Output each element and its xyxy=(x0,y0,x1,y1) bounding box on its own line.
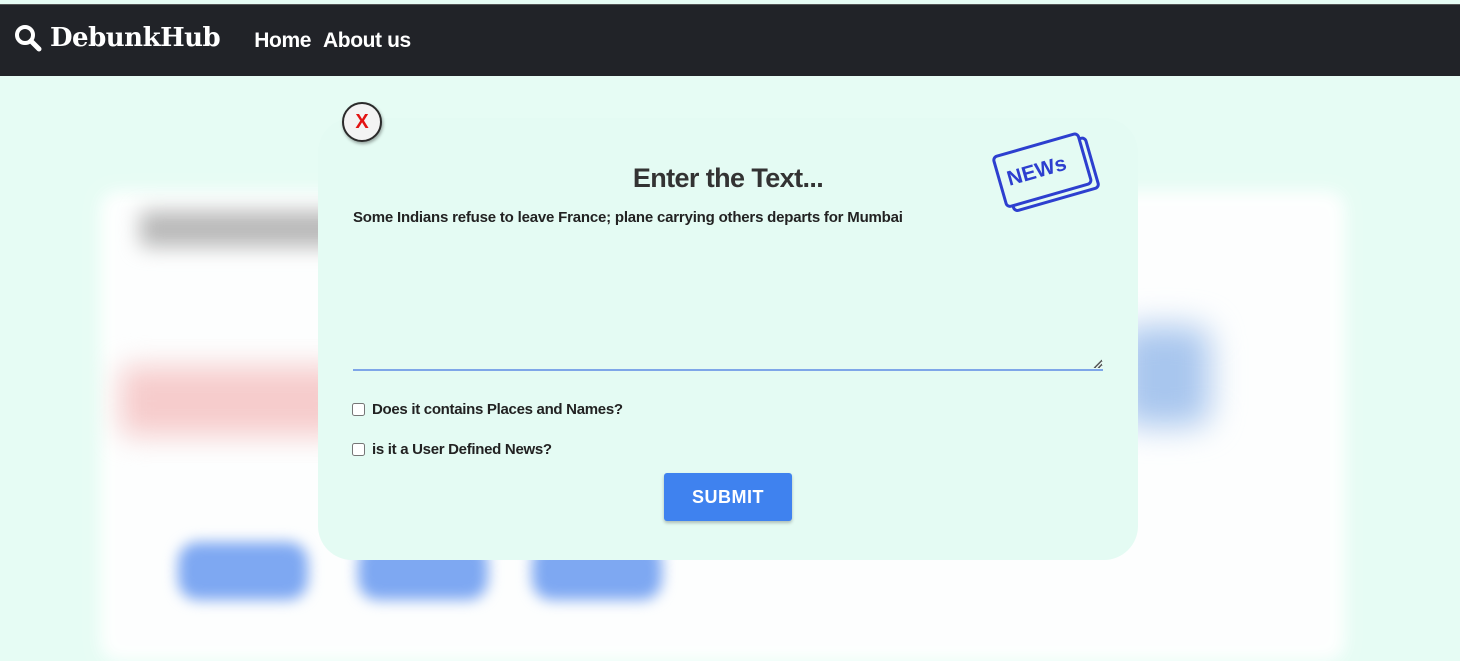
submit-button[interactable]: SUBMIT xyxy=(664,473,792,521)
close-button[interactable]: X xyxy=(342,102,382,142)
places-names-label: Does it contains Places and Names? xyxy=(372,401,623,418)
user-defined-label: is it a User Defined News? xyxy=(372,441,552,458)
nav-links: Home About us xyxy=(254,29,423,53)
brand-logo[interactable]: DebunkHub xyxy=(14,22,221,53)
nav-about-link[interactable]: About us xyxy=(323,29,411,53)
close-icon: X xyxy=(355,110,369,133)
background-alert xyxy=(120,366,350,436)
news-text-input[interactable] xyxy=(353,205,1103,371)
places-names-option[interactable]: Does it contains Places and Names? xyxy=(352,401,623,418)
modal-title: Enter the Text... xyxy=(632,163,824,193)
user-defined-checkbox[interactable] xyxy=(352,443,365,456)
brand-name: DebunkHub xyxy=(50,22,221,53)
background-button xyxy=(178,542,308,600)
search-icon xyxy=(15,24,42,51)
places-names-checkbox[interactable] xyxy=(352,403,365,416)
navbar: DebunkHub Home About us xyxy=(0,4,1460,76)
nav-home-link[interactable]: Home xyxy=(254,29,311,53)
resize-handle-icon[interactable] xyxy=(1092,358,1102,368)
user-defined-option[interactable]: is it a User Defined News? xyxy=(352,441,552,458)
